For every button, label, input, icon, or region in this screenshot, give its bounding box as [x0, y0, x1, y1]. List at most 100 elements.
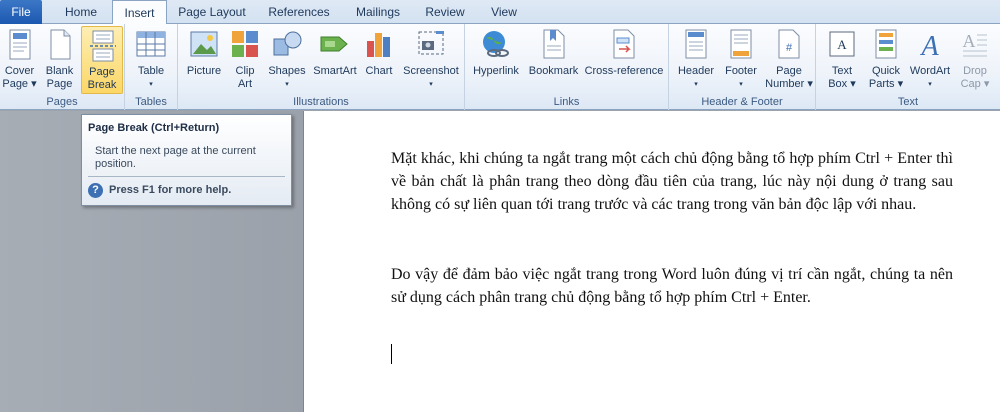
- group-tables: Table ▾ Tables: [125, 24, 178, 110]
- shapes-icon: [273, 31, 302, 56]
- drop-cap-icon: A: [963, 31, 987, 57]
- tab-references[interactable]: References: [262, 0, 336, 24]
- screenshot-dropdown-arrow: ▾: [429, 81, 433, 88]
- wordart-dropdown-arrow: ▾: [928, 81, 932, 88]
- wordart-icon: A: [919, 31, 939, 59]
- wordart-button[interactable]: A WordArt ▾: [907, 26, 953, 94]
- clip-art-icon: [232, 31, 258, 57]
- svg-text:#: #: [786, 42, 793, 54]
- tooltip-title: Page Break (Ctrl+Return): [88, 122, 220, 134]
- chart-label: Chart: [365, 65, 393, 77]
- blank-page-button[interactable]: Blank Page: [41, 26, 78, 94]
- tab-view[interactable]: View: [484, 0, 524, 24]
- cover-page-label-2: Page ▾: [2, 78, 37, 90]
- hyperlink-label: Hyperlink: [473, 65, 519, 77]
- text-box-label-2: Box ▾: [828, 78, 856, 90]
- group-label-pages: Pages: [46, 96, 78, 108]
- text-box-label-1: Text: [831, 65, 853, 77]
- ribbon-tab-bar: File Home Insert Page Layout References …: [0, 0, 1000, 25]
- group-text: A TextBox ▾ QuickParts ▾ A WordArt▾ A: [816, 24, 1000, 110]
- group-links: Hyperlink Bookmark Cross-reference Links: [465, 24, 669, 110]
- tab-file[interactable]: File: [0, 0, 42, 24]
- tab-home[interactable]: Home: [58, 0, 104, 24]
- cross-reference-button[interactable]: Cross-reference: [583, 26, 665, 94]
- hyperlink-button[interactable]: Hyperlink: [470, 26, 522, 94]
- footer-label: Footer: [725, 65, 757, 77]
- page-break-label-2: Break: [87, 79, 117, 91]
- picture-icon: [190, 31, 218, 57]
- quick-parts-label-2: Parts ▾: [868, 78, 904, 90]
- cross-reference-label: Cross-reference: [584, 65, 664, 77]
- screenshot-icon: [418, 31, 444, 55]
- hyperlink-icon: [483, 31, 509, 57]
- tooltip-help-text: Press F1 for more help.: [109, 184, 232, 196]
- clip-art-label-1: Clip: [235, 65, 255, 77]
- ribbon: CoverPage ▾ BlankPage PageBreak Pages: [0, 24, 1000, 110]
- tab-page-layout[interactable]: Page Layout: [176, 0, 248, 24]
- clip-art-label-2: Art: [237, 78, 253, 90]
- text-box-button[interactable]: A Text Box ▾: [821, 26, 863, 94]
- svg-text:A: A: [963, 31, 976, 51]
- drop-cap-label-1: Drop: [963, 65, 987, 77]
- wordart-label: WordArt: [909, 65, 951, 77]
- quick-parts-icon: [875, 29, 897, 59]
- group-label-text: Text: [897, 96, 919, 108]
- cover-page-icon: [9, 29, 30, 60]
- screenshot-label: Screenshot: [403, 65, 459, 77]
- page-break-label-1: Page: [89, 66, 115, 78]
- cover-page-label-1: Cover: [4, 65, 35, 77]
- table-icon: [136, 31, 166, 57]
- text-box-icon: A: [829, 31, 855, 57]
- group-label-illustrations: Illustrations: [293, 96, 349, 108]
- clip-art-button[interactable]: Clip Art: [228, 26, 262, 94]
- picture-button[interactable]: Picture: [183, 26, 225, 94]
- smartart-label: SmartArt: [313, 65, 357, 77]
- bookmark-button[interactable]: Bookmark: [526, 26, 581, 94]
- header-label: Header: [677, 65, 715, 77]
- tooltip-divider: [88, 176, 285, 177]
- smartart-button[interactable]: SmartArt: [311, 26, 359, 94]
- shapes-label: Shapes: [268, 65, 306, 77]
- shapes-dropdown-arrow: ▾: [285, 81, 289, 88]
- header-icon: [685, 29, 707, 59]
- tooltip-description: Start the next page at the current posit…: [95, 145, 256, 170]
- tab-review[interactable]: Review: [420, 0, 470, 24]
- document-page[interactable]: Mặt khác, khi chúng ta ngắt trang một cá…: [303, 111, 1000, 412]
- footer-dropdown-arrow: ▾: [739, 81, 743, 88]
- chart-button[interactable]: Chart: [361, 26, 397, 94]
- group-header-footer: Header ▾ Footer ▾ # Page Number ▾ Header & …: [669, 24, 816, 110]
- group-label-tables: Tables: [135, 96, 167, 108]
- svg-text:A: A: [919, 31, 939, 59]
- tab-mailings[interactable]: Mailings: [348, 0, 408, 24]
- page-break-tooltip: Page Break (Ctrl+Return) Start the next …: [81, 114, 292, 206]
- svg-text:A: A: [837, 37, 847, 52]
- header-button[interactable]: Header ▾: [673, 26, 719, 94]
- bookmark-icon: [543, 29, 564, 59]
- blank-page-icon: [50, 29, 70, 60]
- group-label-header-footer: Header & Footer: [701, 96, 783, 108]
- table-button[interactable]: Table ▾: [131, 26, 171, 94]
- page-number-button[interactable]: # Page Number ▾: [764, 26, 814, 94]
- group-label-links: Links: [553, 96, 580, 108]
- document-paragraph-2[interactable]: Do vậy để đảm bảo việc ngắt trang trong …: [391, 263, 953, 309]
- blank-page-label-1: Blank: [45, 65, 74, 77]
- text-cursor: [391, 344, 392, 364]
- header-dropdown-arrow: ▾: [694, 81, 698, 88]
- table-dropdown-arrow: ▾: [149, 81, 153, 88]
- drop-cap-label-2: Cap ▾: [960, 78, 990, 90]
- shapes-button[interactable]: Shapes ▾: [265, 26, 309, 94]
- chart-icon: [367, 33, 390, 57]
- quick-parts-button[interactable]: Quick Parts ▾: [866, 26, 906, 94]
- cross-reference-icon: [613, 29, 635, 59]
- screenshot-button[interactable]: Screenshot ▾: [400, 26, 462, 94]
- drop-cap-button[interactable]: A Drop Cap ▾: [955, 26, 995, 94]
- document-paragraph-1[interactable]: Mặt khác, khi chúng ta ngắt trang một cá…: [391, 147, 953, 216]
- cover-page-button[interactable]: Cover Page ▾: [1, 26, 38, 94]
- page-number-label-1: Page: [776, 65, 802, 77]
- footer-button[interactable]: Footer ▾: [719, 26, 763, 94]
- blank-page-label-2: Page: [46, 78, 73, 90]
- tab-insert[interactable]: Insert: [112, 0, 167, 25]
- group-illustrations: Picture Clip Art Shapes ▾ SmartArt Chart…: [178, 24, 465, 110]
- page-break-button[interactable]: Page Break: [81, 26, 123, 94]
- bookmark-label: Bookmark: [528, 65, 579, 77]
